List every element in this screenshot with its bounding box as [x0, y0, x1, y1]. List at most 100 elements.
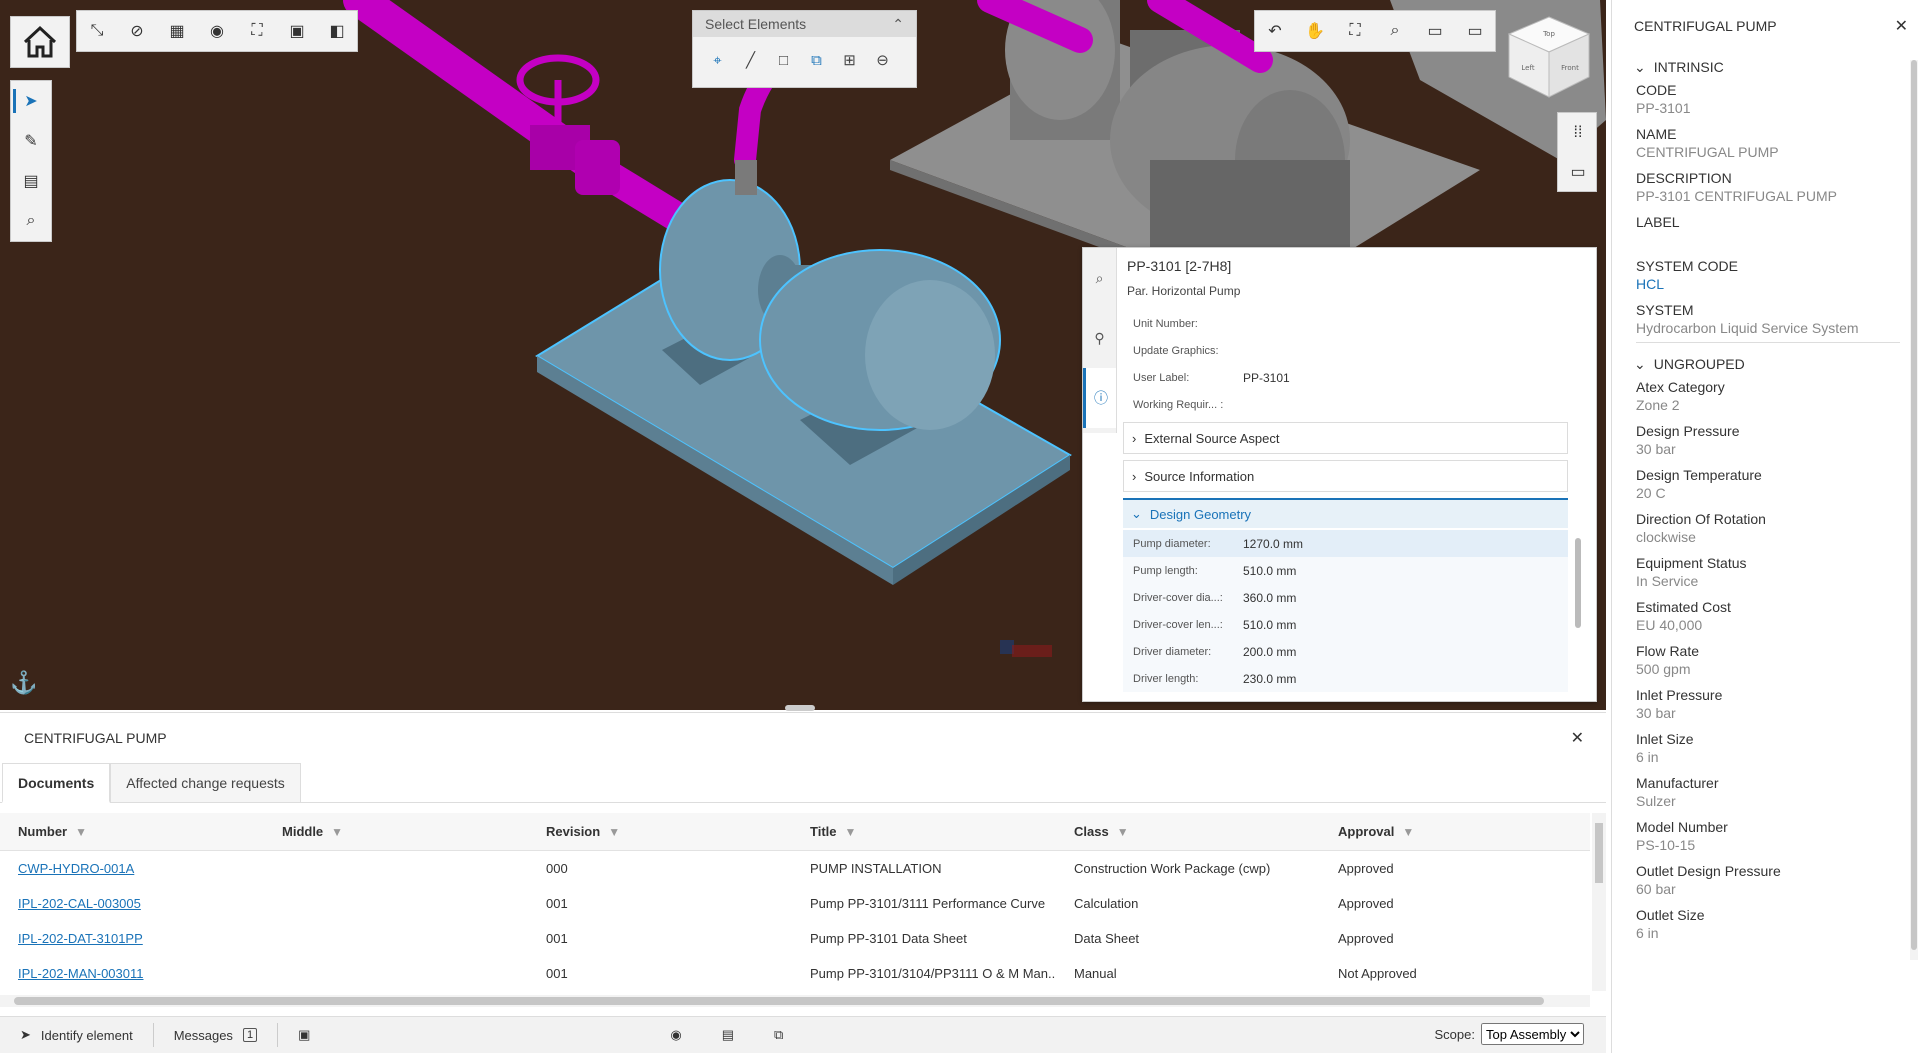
filter-icon[interactable]: ▼ — [1117, 825, 1129, 839]
table-cell[interactable]: IPL-202-CAL-003005 — [0, 896, 264, 911]
column-header-class[interactable]: Class ▼ — [1056, 824, 1320, 839]
remove-icon[interactable]: ⊖ — [866, 43, 899, 77]
screenshot-icon[interactable]: ▣ — [278, 1017, 330, 1053]
table-row[interactable]: IPL-202-MAN-003011 001 Pump PP-3101/3104/P… — [0, 956, 1590, 991]
chevron-right-icon: › — [1132, 468, 1137, 484]
table-cell-text: Pump PP-3101 Data Sheet — [810, 931, 967, 946]
column-header-approval[interactable]: Approval ▼ — [1320, 824, 1570, 839]
properties-scrollbar[interactable] — [1910, 60, 1918, 960]
table-header: Number ▼ Middle ▼ Revision ▼ Title ▼ Class ▼ Appro… — [0, 813, 1590, 851]
table-cell[interactable]: IPL-202-DAT-3101PP — [0, 931, 264, 946]
identify-element-button[interactable]: ➤ Identify element — [0, 1017, 153, 1053]
pan-icon[interactable]: ✋ — [1295, 11, 1335, 51]
property-value[interactable]: HCL — [1636, 276, 1920, 292]
filter-icon[interactable]: ▼ — [75, 825, 87, 839]
column-header-number[interactable]: Number ▼ — [0, 824, 264, 839]
element-info-popup: ⌕ ⚲ ⓘ PP-3101 [2-7H8] Par. Horizontal Pu… — [1082, 247, 1597, 702]
property-group-header[interactable]: ⌄ INTRINSIC — [1612, 52, 1920, 82]
camera-icon[interactable]: ▭ — [1558, 152, 1598, 191]
hide-icon[interactable]: ⊘ — [117, 11, 157, 51]
column-header-revision[interactable]: Revision ▼ — [528, 824, 792, 839]
property-key: Atex Category — [1636, 379, 1725, 395]
property-key: Design Temperature — [1636, 467, 1762, 483]
point-select-icon[interactable]: ⌖ — [701, 43, 734, 77]
window-icon[interactable]: ▭ — [1415, 11, 1455, 51]
property-group-header[interactable]: ⌄ UNGROUPED — [1612, 349, 1920, 379]
fit-icon[interactable]: ⛶ — [237, 11, 277, 51]
table-row[interactable]: IPL-202-CAL-003005 001 Pump PP-3101/3111 P… — [0, 886, 1590, 921]
column-header-label: Middle — [282, 824, 324, 839]
close-icon[interactable]: ✕ — [1895, 16, 1908, 36]
eye-icon[interactable]: ◉ — [197, 11, 237, 51]
filter-icon[interactable]: ▼ — [845, 825, 857, 839]
tab-documents[interactable]: Documents — [2, 763, 111, 803]
walk-icon[interactable]: ⁞⁞ — [1558, 113, 1598, 152]
document-number-link[interactable]: IPL-202-MAN-003011 — [18, 966, 144, 981]
search-icon[interactable]: ⌕ — [11, 201, 51, 241]
scope-select[interactable]: Top Assembly — [1481, 1023, 1584, 1045]
section-source-information[interactable]: › Source Information — [1123, 460, 1568, 492]
hierarchy-icon[interactable]: ⚲ — [1083, 308, 1116, 368]
table-cell: Pump PP-3101/3104/PP3111 O & M Man... — [792, 966, 1056, 981]
fence-select-icon[interactable]: ⧉ — [800, 43, 833, 77]
view-cube[interactable]: Top Left Front — [1504, 12, 1594, 102]
line-select-icon[interactable]: ╱ — [734, 43, 767, 77]
messages-button[interactable]: Messages 1 — [154, 1017, 277, 1053]
messages-count-badge: 1 — [242, 1028, 258, 1042]
column-header-title[interactable]: Title ▼ — [792, 824, 1056, 839]
filter-icon[interactable]: ▼ — [608, 825, 620, 839]
document-number-link[interactable]: IPL-202-DAT-3101PP — [18, 931, 143, 946]
measure-icon[interactable]: ⤡ — [77, 11, 117, 51]
design-geometry-label: Pump diameter: — [1133, 537, 1211, 550]
table-cell[interactable]: CWP-HYDRO-001A — [0, 861, 264, 876]
property-key: DESCRIPTION — [1636, 170, 1732, 186]
chevron-down-icon: ⌄ — [1634, 355, 1646, 372]
home-button[interactable] — [10, 16, 70, 68]
table-horizontal-scrollbar[interactable] — [0, 995, 1590, 1007]
filter-icon[interactable]: ▼ — [331, 825, 343, 839]
property-key: Direction Of Rotation — [1636, 511, 1766, 527]
info-prop-row: Update Graphics: — [1123, 337, 1568, 364]
chevron-right-icon: › — [1132, 430, 1137, 446]
document-number-link[interactable]: CWP-HYDRO-001A — [18, 861, 134, 876]
chevron-up-icon[interactable]: ⌃ — [892, 16, 904, 33]
undo-view-icon[interactable]: ↶ — [1255, 11, 1295, 51]
tab-affected-change-requests[interactable]: Affected change requests — [110, 763, 301, 802]
clipboard-icon[interactable]: ▤ — [702, 1017, 754, 1053]
selected-pump[interactable] — [535, 160, 1072, 585]
zoom-icon[interactable]: ⌕ — [1375, 11, 1415, 51]
panel-splitter[interactable] — [785, 705, 815, 711]
cube-face-front: Front — [1561, 64, 1579, 72]
info-icon[interactable]: ⓘ — [1083, 368, 1116, 428]
close-icon[interactable]: ✕ — [1571, 728, 1584, 748]
clipboard-icon[interactable]: ▤ — [11, 161, 51, 201]
table-cell: Data Sheet — [1056, 931, 1320, 946]
property-value: clockwise — [1636, 529, 1696, 545]
column-header-middle[interactable]: Middle ▼ — [264, 824, 528, 839]
property-value: Hydrocarbon Liquid Service System — [1636, 320, 1859, 336]
table-row[interactable]: IPL-202-DAT-3101PP 001 Pump PP-3101 Data S… — [0, 921, 1590, 956]
document-number-link[interactable]: IPL-202-CAL-003005 — [18, 896, 141, 911]
box-select-icon[interactable]: □ — [767, 43, 800, 77]
grid-icon[interactable]: ▦ — [157, 11, 197, 51]
add-icon[interactable]: ⊞ — [833, 43, 866, 77]
table-cell-text: Approved — [1338, 931, 1394, 946]
frame-icon[interactable]: ⛶ — [1335, 11, 1375, 51]
eye-icon[interactable]: ◉ — [650, 1017, 701, 1053]
select-cursor-icon[interactable]: ➤ — [11, 81, 51, 121]
property-value: EU 40,000 — [1636, 617, 1703, 633]
table-row[interactable]: CWP-HYDRO-001A 000 PUMP INSTALLATION Constr… — [0, 851, 1590, 886]
ruler-icon[interactable]: ✎ — [11, 121, 51, 161]
property-group-name: UNGROUPED — [1653, 356, 1745, 372]
window-settings-icon[interactable]: ⧉ — [754, 1017, 803, 1053]
panel-icon[interactable]: ◧ — [317, 11, 357, 51]
search-icon[interactable]: ⌕ — [1083, 248, 1116, 308]
table-vertical-scrollbar[interactable] — [1592, 813, 1606, 991]
filter-icon[interactable]: ▼ — [1402, 825, 1414, 839]
image-icon[interactable]: ▣ — [277, 11, 317, 51]
section-icon[interactable]: ▭ — [1455, 11, 1495, 51]
info-scrollbar[interactable] — [1573, 308, 1583, 698]
table-cell[interactable]: IPL-202-MAN-003011 — [0, 966, 264, 981]
section-design-geometry[interactable]: ⌄ Design Geometry — [1123, 498, 1568, 528]
section-external-source-aspect[interactable]: › External Source Aspect — [1123, 422, 1568, 454]
